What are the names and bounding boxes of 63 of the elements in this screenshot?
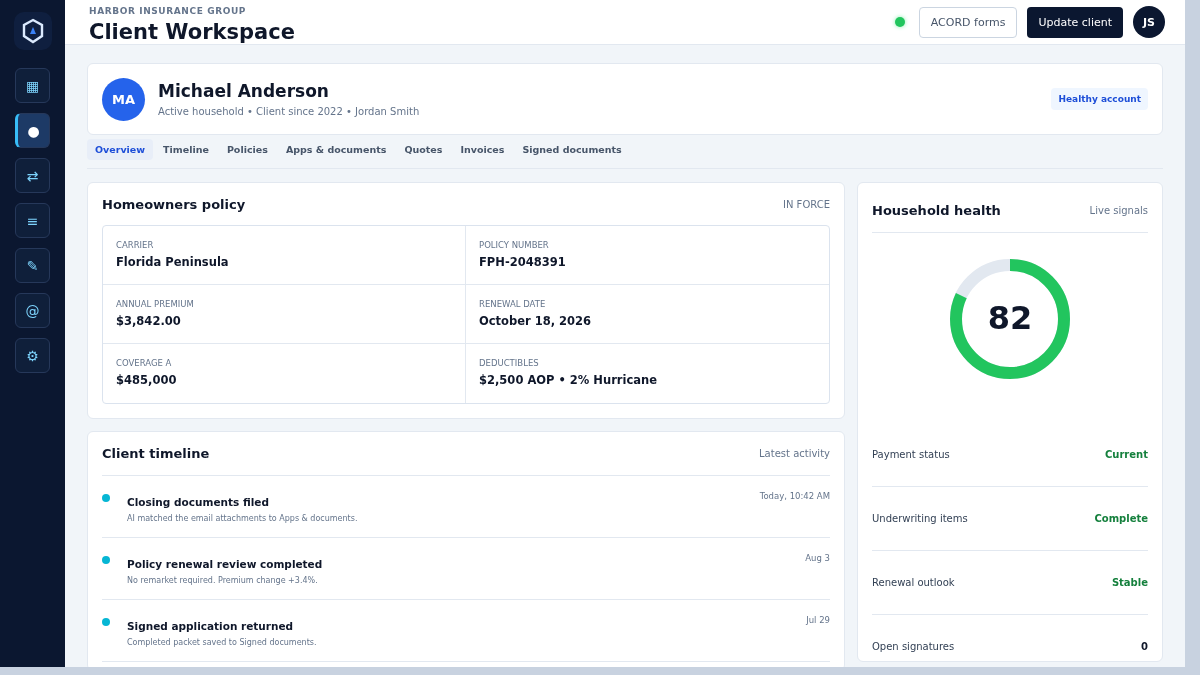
card-title: Household health [872,203,1001,218]
field-value: $485,000 [116,373,178,387]
event-dot [102,556,110,564]
health-caption: Live signals [1089,205,1148,216]
field-label: COVERAGE A [116,358,173,368]
event-time: Aug 3 [805,553,830,563]
tab[interactable]: Quotes [396,139,451,160]
account-badge: Healthy account [1051,88,1148,110]
forms-button[interactable]: ACORD forms [918,6,1018,38]
tab[interactable]: Signed documents [514,139,630,160]
organization-name: HARBOR INSURANCE GROUP [89,6,248,16]
field-value: $2,500 AOP • 2% Hurricane [479,373,659,387]
event-time: Jul 29 [806,615,830,625]
event-detail: Completed packet saved to Signed documents. [127,638,318,647]
signal-value: 0 [1141,641,1148,652]
signal-value: Complete [1094,513,1148,524]
timeline-caption: Latest activity [759,448,830,459]
field-value: October 18, 2026 [479,314,593,328]
card-title: Homeowners policy [102,197,246,212]
event-title: Closing documents filed [127,496,270,508]
field-label: POLICY NUMBER [479,240,550,250]
tab[interactable]: Policies [218,139,276,160]
signal-value: Stable [1111,577,1148,588]
tab[interactable]: Apps & documents [277,139,395,160]
sidebar-item[interactable]: ≡ [15,203,50,238]
event-dot [102,494,110,502]
policy-status: IN FORCE [783,199,830,210]
event-title: Signed application returned [127,620,295,632]
sidebar-item[interactable]: ⇄ [15,158,50,193]
signal-label: Underwriting items [872,513,968,524]
signal-label: Renewal outlook [872,577,955,588]
field-value: $3,842.00 [116,314,182,328]
sidebar-item[interactable]: ✎ [15,248,50,283]
event-title: Policy renewal review completed [127,558,324,570]
event-time: Today, 10:42 AM [759,491,830,501]
health-score: 82 [986,299,1034,337]
sidebar-item[interactable]: ▦ [15,68,50,103]
tab[interactable]: Timeline [155,139,217,160]
shield-logo-icon [13,12,52,50]
event-dot [102,618,110,626]
card-title: Client timeline [102,446,210,461]
client-avatar: MA [102,77,145,121]
field-label: RENEWAL DATE [479,299,547,309]
signal-label: Payment status [872,449,950,460]
field-value: FPH-2048391 [479,255,567,269]
signal-label: Open signatures [872,641,955,652]
sidebar-item[interactable]: ● [15,113,50,148]
sidebar-item[interactable]: ⚙ [15,338,50,373]
event-detail: No remarket required. Premium change +3.4%. [127,576,319,585]
update-button[interactable]: Update client [1027,6,1123,38]
page-title: Client Workspace [89,20,295,44]
field-label: CARRIER [116,240,155,250]
sidebar-item[interactable]: @ [15,293,50,328]
client-details: Active household • Client since 2022 • Jordan Smith [158,106,421,117]
event-detail: AI matched the email attachments to Apps & documents. [127,514,359,523]
tab[interactable]: Invoices [452,139,513,160]
field-label: DEDUCTIBLES [479,358,540,368]
signal-value: Current [1105,449,1148,460]
user-avatar[interactable]: JS [1133,6,1165,38]
client-name: Michael Anderson [158,81,330,101]
tab[interactable]: Overview [87,139,154,160]
field-value: Florida Peninsula [116,255,230,269]
field-label: ANNUAL PREMIUM [116,299,195,309]
